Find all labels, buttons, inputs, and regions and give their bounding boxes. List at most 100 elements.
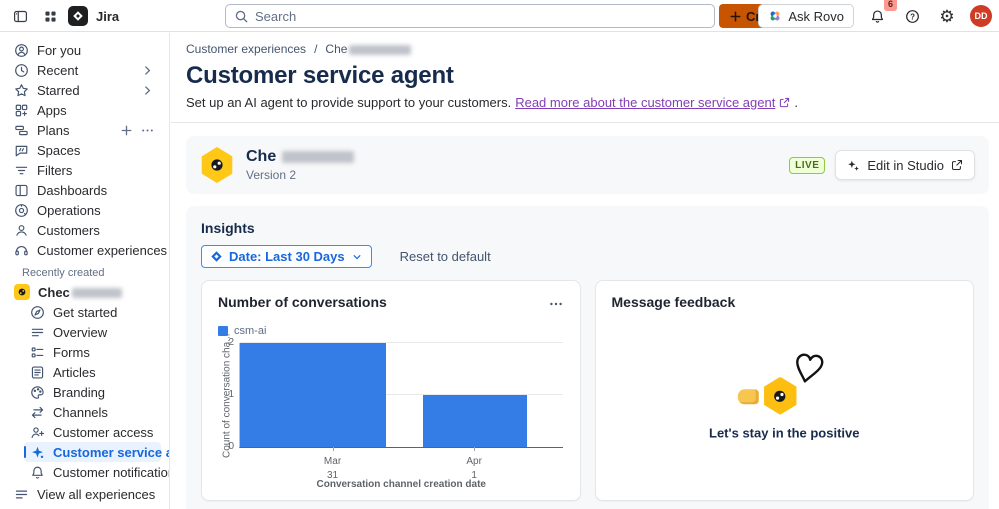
list-icon	[15, 490, 28, 498]
help-button[interactable]: ?	[900, 4, 924, 28]
more-options-icon[interactable]	[140, 123, 155, 138]
app-switcher-icon	[44, 10, 56, 22]
sidebar-item-label: Plans	[37, 122, 70, 138]
sidebar-item-label: Filters	[37, 162, 73, 178]
sidebar-item-label: Forms	[53, 344, 90, 360]
x-axis-title: Conversation channel creation date	[316, 479, 487, 490]
document-icon	[31, 365, 44, 379]
timeline-icon	[15, 125, 28, 135]
sidebar-item-customer-service-agent[interactable]: Customer service agent	[24, 442, 169, 462]
sidebar-item-forms[interactable]: Forms	[24, 342, 161, 362]
compass-icon	[31, 305, 44, 319]
redacted-project-name	[71, 288, 122, 299]
sidebar-item-label: Branding	[53, 384, 106, 400]
plus-icon[interactable]	[119, 123, 134, 138]
settings-button[interactable]: ⚙	[935, 4, 959, 28]
breadcrumb-separator: /	[314, 42, 318, 56]
sidebar-item-customers[interactable]: Customers	[8, 220, 161, 240]
x-tick-label: Mar 31	[323, 456, 342, 481]
edit-in-studio-button[interactable]: Edit in Studio	[835, 150, 975, 180]
main-content: Customer experiences / Che Customer serv…	[171, 33, 999, 509]
gear-icon: ⚙	[939, 6, 955, 26]
rovo-icon	[770, 11, 780, 21]
feedback-card-title: Message feedback	[611, 294, 736, 310]
chart-bar	[422, 395, 527, 447]
forms-icon	[31, 346, 44, 357]
message-feedback-card: Message feedback Let's stay in the posit…	[594, 280, 974, 501]
heart-doodle-icon	[796, 353, 824, 383]
sidebar-item-label: Articles	[53, 364, 96, 380]
notification-count-badge: 6	[883, 0, 897, 11]
reset-to-default-button[interactable]: Reset to default	[400, 249, 491, 264]
x-tick-label: Apr 1	[466, 456, 482, 481]
sidebar-project-item[interactable]: Chec	[8, 282, 161, 302]
chevron-right-icon	[145, 65, 151, 75]
sidebar-item-articles[interactable]: Articles	[24, 362, 161, 382]
bar-chart: Count of conversation cha... Conversatio…	[218, 333, 564, 493]
breadcrumb-root[interactable]: Customer experiences	[186, 42, 306, 56]
sidebar-item-label: Customer experiences	[37, 242, 168, 258]
sidebar-item-customer-notifications[interactable]: Customer notifications	[24, 462, 169, 482]
swap-arrows-icon	[31, 406, 44, 418]
chevron-down-icon	[353, 254, 361, 259]
insights-controls: Date: Last 30 Days Reset to default	[201, 245, 974, 268]
chevron-right-icon	[145, 85, 151, 95]
user-avatar[interactable]: DD	[970, 5, 992, 27]
jira-logo[interactable]	[68, 6, 88, 26]
card-menu-button[interactable]	[548, 296, 564, 317]
sidebar-item-for-you[interactable]: For you	[8, 40, 161, 60]
headset-icon	[15, 245, 28, 255]
notifications-button[interactable]: 6	[865, 0, 897, 28]
sidebar-item-apps[interactable]: Apps	[8, 100, 161, 120]
date-filter-label: Date: Last 30 Days	[229, 249, 345, 264]
sidebar-item-dashboards[interactable]: Dashboards	[8, 180, 161, 200]
insights-panel: Insights Date: Last 30 Days Reset to def…	[186, 206, 989, 509]
robot-face-icon	[211, 159, 223, 171]
sidebar-item-overview[interactable]: Overview	[24, 322, 161, 342]
lines-icon	[31, 328, 44, 336]
sidebar-item-channels[interactable]: Channels	[24, 402, 161, 422]
collapse-sidebar-button[interactable]	[8, 4, 32, 28]
search-input[interactable]	[255, 8, 706, 24]
sidebar-item-operations[interactable]: Operations	[8, 200, 161, 220]
sidebar-item-plans[interactable]: Plans	[8, 120, 161, 140]
external-link-icon	[780, 97, 790, 108]
apps-grid-icon	[15, 104, 28, 116]
global-search[interactable]	[225, 4, 715, 28]
sidebar-item-branding[interactable]: Branding	[24, 382, 161, 402]
conversations-chart-card: Number of conversations csm-ai Count of …	[201, 280, 581, 501]
sidebar-item-label: Customer access	[53, 424, 154, 440]
sidebar-item-view-all-experiences[interactable]: View all experiences	[8, 484, 161, 504]
chart-plot: Count of conversation cha... Conversatio…	[222, 333, 563, 490]
ask-rovo-label: Ask Rovo	[788, 8, 844, 24]
feedback-empty-state: Let's stay in the positive	[709, 353, 860, 440]
sidebar-item-customer-access[interactable]: Customer access	[24, 422, 161, 442]
sidebar-item-starred[interactable]: Starred	[8, 80, 161, 100]
agent-hexagon-icon	[764, 376, 797, 415]
feedback-empty-message: Let's stay in the positive	[709, 424, 860, 440]
sidebar-item-recent[interactable]: Recent	[8, 60, 161, 80]
legend-label: csm-ai	[234, 325, 267, 337]
sidebar-item-spaces[interactable]: Spaces	[8, 140, 161, 160]
app-name: Jira	[96, 8, 120, 24]
jira-filter-icon	[211, 251, 222, 262]
sidebar-item-label: Dashboards	[37, 182, 108, 198]
app-switcher-button[interactable]	[38, 4, 62, 28]
jira-app: Jira Create Ask Rovo 6 ? ⚙ D	[0, 0, 999, 509]
sidebar-item-label: Channels	[53, 404, 108, 420]
live-status-badge: LIVE	[789, 156, 826, 174]
date-filter-button[interactable]: Date: Last 30 Days	[201, 245, 372, 268]
sidebar: For you Recent Starred Apps Plans Spaces…	[0, 33, 170, 509]
description-text: Set up an AI agent to provide support to…	[186, 95, 512, 110]
read-more-link[interactable]: Read more about the customer service age…	[515, 95, 775, 110]
sidebar-item-customer-experiences[interactable]: Customer experiences	[8, 240, 167, 260]
ask-rovo-button[interactable]: Ask Rovo	[758, 4, 854, 28]
sidebar-item-filters[interactable]: Filters	[8, 160, 161, 180]
redacted-agent-name	[282, 151, 355, 163]
search-icon	[235, 10, 248, 22]
breadcrumb-current[interactable]: Che	[325, 42, 412, 56]
sidebar-item-get-started[interactable]: Get started	[24, 302, 161, 322]
bell-icon	[871, 9, 883, 23]
operations-icon	[15, 203, 28, 217]
sidebar-item-label: Overview	[53, 324, 108, 340]
